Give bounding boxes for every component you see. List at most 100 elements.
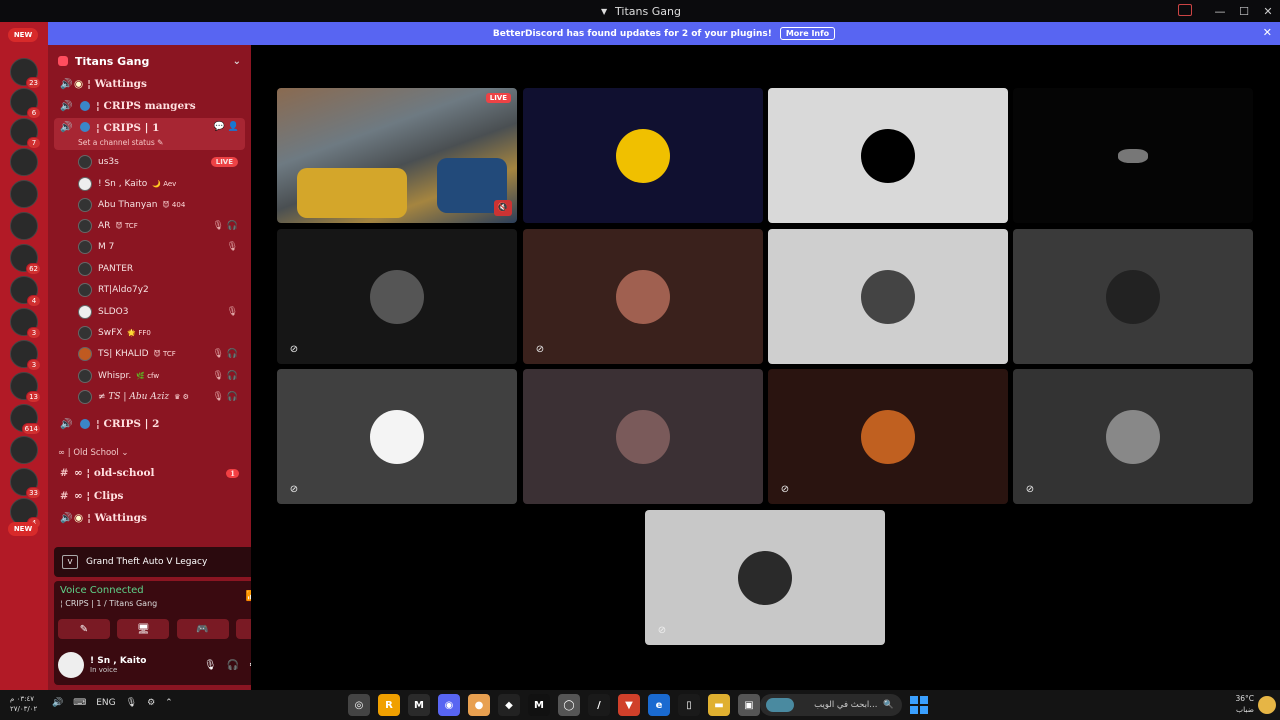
taskbar-app-icon[interactable]: /	[588, 694, 610, 716]
mention-badge: 4	[27, 295, 41, 307]
share-screen-button[interactable]: 🖥	[117, 619, 170, 639]
camera-off-button[interactable]: ✎	[58, 619, 110, 639]
voice-user[interactable]: Abu Thanyan 😈 404	[78, 194, 238, 215]
taskbar-app-icon[interactable]: ◆	[498, 694, 520, 716]
muted-icon: 🎙	[226, 241, 238, 252]
voice-user[interactable]: ! Sn , Kaito 🌙 Aev	[78, 173, 238, 194]
avatar[interactable]	[58, 652, 84, 678]
server-icon[interactable]: 614	[10, 404, 41, 435]
mic-icon[interactable]: 🎙	[204, 660, 217, 671]
voice-user[interactable]: AR 😈 TCF 🎙 🎧	[78, 215, 238, 236]
voice-user[interactable]: us3s LIVE	[78, 151, 238, 172]
user-info[interactable]: ! Sn , Kaito In voice	[90, 656, 146, 674]
participant-tile[interactable]: ⊘	[768, 369, 1008, 504]
new-badge[interactable]: NEW	[8, 522, 38, 536]
close-icon[interactable]: ✕	[1263, 26, 1272, 39]
server-icon[interactable]	[10, 436, 38, 464]
server-icon[interactable]	[10, 212, 38, 240]
avatar	[78, 389, 92, 404]
taskbar-app-icon[interactable]: e	[648, 694, 670, 716]
minimize-button[interactable]: —	[1208, 0, 1232, 22]
voice-user[interactable]: PANTER	[78, 258, 238, 279]
voice-user[interactable]: Whispr. 🌿 cfw 🎙 🎧	[78, 365, 238, 386]
chevron-up-icon[interactable]: ⌃	[165, 698, 173, 708]
channel-wattings[interactable]: 🔊 ◉ ¦ Wattings	[54, 73, 245, 95]
participant-tile[interactable]: ⊘	[645, 510, 885, 645]
participant-tile[interactable]: ⊘	[277, 229, 517, 364]
weather-icon[interactable]	[1258, 696, 1276, 714]
taskbar-app-icon[interactable]: ▯	[678, 694, 700, 716]
taskbar-app-icon[interactable]: ◉	[438, 694, 460, 716]
chat-and-invite-icon[interactable]: 💬 👤	[213, 122, 239, 132]
clock[interactable]: ٠٣:٤٧ م ٢٧/٠٣/٠٢	[10, 694, 37, 714]
participant-tile[interactable]	[768, 229, 1008, 364]
weather-widget[interactable]: 36°C ضباب	[1235, 693, 1254, 715]
server-icon[interactable]: 7	[10, 118, 41, 149]
guild-boost-icon	[58, 56, 68, 66]
mention-badge: 62	[26, 263, 41, 275]
taskbar-app-icon[interactable]: M	[408, 694, 430, 716]
hash-icon: #	[60, 467, 69, 479]
app-tray-icon[interactable]: ⚙	[147, 698, 155, 708]
taskbar-app-icon[interactable]: ●	[468, 694, 490, 716]
voice-user[interactable]: ≠ TS | Abu Aziz ♛ ⚙ 🎙 🎧	[78, 386, 238, 407]
voice-user[interactable]: M 7 🎙	[78, 236, 238, 257]
search-box[interactable]: ابحث في الويب... 🔍	[760, 694, 902, 716]
participant-tile[interactable]: ⊘	[523, 229, 763, 364]
volume-muted-icon[interactable]: 🔇	[494, 200, 512, 216]
taskbar-app-icon[interactable]: ▼	[618, 694, 640, 716]
stream-tile[interactable]: LIVE 🔇	[277, 88, 517, 223]
server-icon[interactable]: 62	[10, 244, 41, 275]
channel-old-school[interactable]: # ∞ ¦ old-school 1	[54, 462, 245, 484]
server-icon[interactable]: 3	[10, 340, 41, 371]
voice-user[interactable]: SLDO3 🎙	[78, 301, 238, 322]
volume-icon[interactable]: 🔊	[52, 698, 63, 708]
server-icon[interactable]: 4	[10, 276, 41, 307]
close-button[interactable]: ✕	[1256, 0, 1280, 22]
activities-button[interactable]: 🎮	[176, 619, 229, 639]
channel-crips-2[interactable]: 🔊 ¦ CRIPS | 2	[54, 413, 245, 435]
voice-user[interactable]: RT|Aldo7y2	[78, 279, 238, 300]
user-tag: 🌿 cfw	[136, 371, 160, 380]
maximize-button[interactable]: ☐	[1232, 0, 1256, 22]
network-icon[interactable]: ⌨	[73, 698, 86, 708]
server-icon[interactable]: 23	[10, 58, 41, 89]
taskbar-app-icon[interactable]: R	[378, 694, 400, 716]
server-icon[interactable]: 13	[10, 372, 41, 403]
taskbar-app-icon[interactable]: ◎	[348, 694, 370, 716]
taskbar-app-icon[interactable]: ▬	[708, 694, 730, 716]
participant-tile[interactable]	[523, 88, 763, 223]
channel-crips-mangers[interactable]: 🔊 ¦ CRIPS mangers	[54, 95, 245, 117]
category-old-school[interactable]: ∞ | Old School ⌄	[58, 448, 129, 458]
language-indicator[interactable]: ENG	[96, 698, 115, 708]
mic-icon[interactable]: 🎙	[126, 698, 137, 708]
channel-clips[interactable]: # ∞ ¦ Clips	[54, 485, 245, 507]
more-info-button[interactable]: More Info	[779, 27, 836, 40]
server-icon[interactable]	[10, 180, 38, 208]
server-icon[interactable]: 6	[10, 88, 41, 119]
server-icon[interactable]: 3	[10, 308, 41, 339]
participant-tile[interactable]	[523, 369, 763, 504]
voice-status-title[interactable]: Voice Connected	[60, 585, 144, 596]
taskbar-app-icon[interactable]: ◯	[558, 694, 580, 716]
taskbar-app-icon[interactable]: M	[528, 694, 550, 716]
chevron-down-icon[interactable]: ⌄	[233, 56, 241, 67]
new-badge[interactable]: NEW	[8, 28, 38, 42]
voice-channel-path[interactable]: ¦ CRIPS | 1 / Titans Gang	[60, 599, 157, 608]
inbox-icon[interactable]	[1178, 4, 1192, 16]
participant-tile[interactable]: ⊘	[1013, 369, 1253, 504]
server-icon[interactable]	[10, 148, 38, 176]
server-icon[interactable]: 33	[10, 468, 41, 499]
participant-tile[interactable]	[768, 88, 1008, 223]
start-button[interactable]	[910, 696, 928, 714]
channel-wattings-bottom[interactable]: 🔊 ◉ ¦ Wattings	[54, 507, 245, 529]
muted-icon: ⊘	[780, 483, 790, 495]
participant-tile[interactable]	[1013, 88, 1253, 223]
voice-user[interactable]: SwFX 🌟 FF0	[78, 322, 238, 343]
taskbar-app-icon[interactable]: ▣	[738, 694, 760, 716]
channel-status[interactable]: Set a channel status ✎	[78, 138, 163, 147]
voice-user[interactable]: TS| KHALID 😈 TCF 🎙 🎧	[78, 343, 238, 364]
participant-tile[interactable]: ⊘	[277, 369, 517, 504]
participant-tile[interactable]	[1013, 229, 1253, 364]
headset-icon[interactable]: 🎧	[227, 660, 239, 671]
